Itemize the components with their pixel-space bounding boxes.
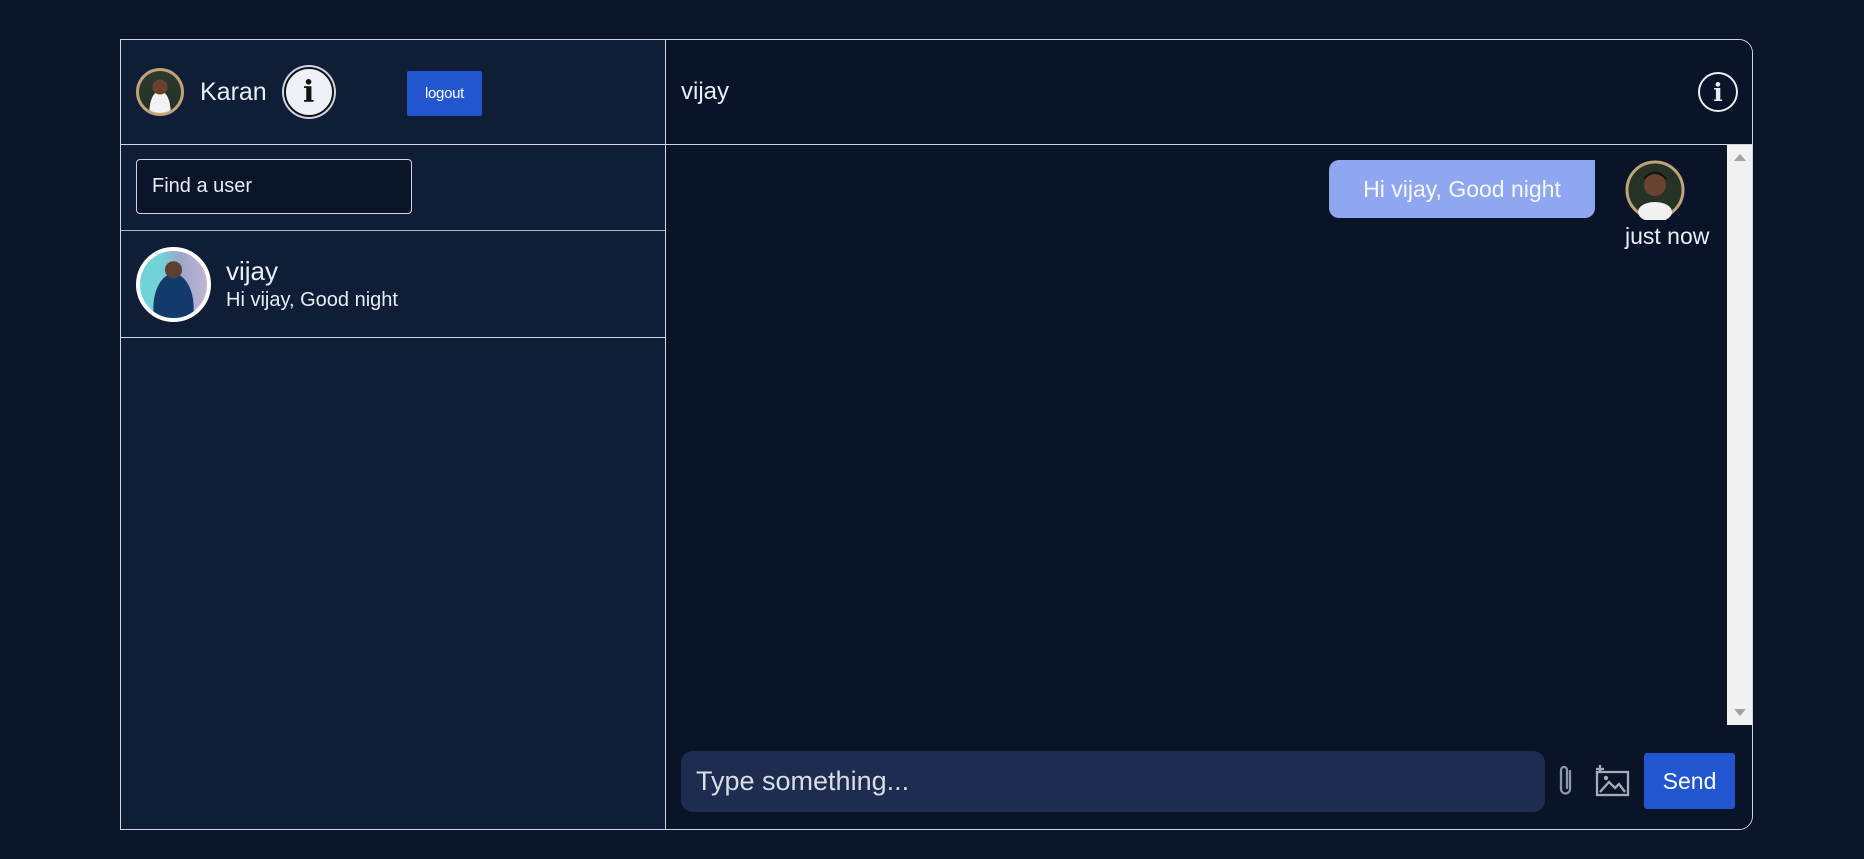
scroll-down-arrow-icon[interactable]: [1734, 709, 1746, 716]
add-image-icon[interactable]: [1593, 761, 1633, 801]
sidebar: Karan i logout vijay Hi vijay, Good nigh…: [121, 40, 666, 829]
contact-name: vijay: [226, 256, 279, 286]
last-message-preview: Hi vijay, Good night: [226, 289, 398, 311]
info-icon[interactable]: i: [283, 67, 334, 117]
chat-title: vijay: [681, 78, 730, 105]
message-scrollbar[interactable]: [1727, 145, 1752, 725]
scroll-up-arrow-icon[interactable]: [1734, 154, 1746, 161]
find-user-input[interactable]: [136, 159, 412, 214]
chat-info-icon[interactable]: i: [1698, 72, 1738, 112]
contact-avatar: [136, 246, 211, 322]
message-bubble: Hi vijay, Good night: [1329, 160, 1595, 218]
user-avatar: [136, 68, 184, 116]
chat-list-item[interactable]: vijay Hi vijay, Good night: [121, 231, 665, 338]
sidebar-header: Karan i logout: [121, 40, 665, 145]
message-composer: Send: [681, 750, 1744, 812]
message-avatar: [1625, 160, 1685, 220]
chat-app: Karan i logout vijay Hi vijay, Good nigh…: [120, 39, 1753, 830]
logout-button[interactable]: logout: [407, 71, 482, 116]
current-user-name: Karan: [200, 77, 267, 106]
message-timestamp: just now: [1625, 223, 1710, 249]
chat-panel: vijay i Hi vijay, Good night just now Ty…: [666, 40, 1752, 829]
search-area: [121, 145, 665, 231]
message-input[interactable]: [681, 750, 1545, 812]
chat-meta: vijay Hi vijay, Good night: [226, 256, 398, 312]
message-list: Hi vijay, Good night just now: [666, 145, 1752, 725]
send-button[interactable]: Send: [1644, 753, 1735, 809]
chat-header: vijay i: [666, 40, 1752, 145]
paperclip-icon[interactable]: [1553, 761, 1579, 801]
